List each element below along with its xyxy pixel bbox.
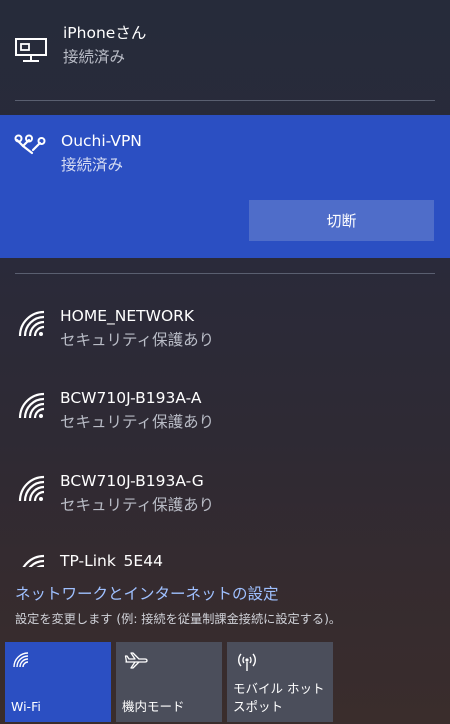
wifi-icon: [22, 554, 45, 567]
divider: [15, 100, 435, 101]
tile-label: Wi-Fi: [11, 699, 41, 714]
connection-name: iPhoneさん: [63, 24, 147, 42]
wifi-secured-icon: [18, 392, 45, 419]
hotspot-icon: [238, 653, 256, 671]
network-status: セキュリティ保護あり: [60, 331, 215, 349]
network-item[interactable]: TP-Link_5E44: [0, 540, 450, 567]
network-name: BCW710J-B193A-A: [60, 389, 202, 407]
connection-vpn[interactable]: Ouchi-VPN 接続済み 切断: [0, 115, 450, 258]
network-name: BCW710J-B193A-G: [60, 472, 204, 490]
wifi-icon: [13, 652, 29, 668]
connection-name: Ouchi-VPN: [61, 132, 142, 150]
airplane-mode-toggle[interactable]: 機内モード: [116, 642, 222, 722]
connection-status: 接続済み: [63, 48, 126, 66]
network-item[interactable]: BCW710J-B193A-A セキュリティ保護あり: [0, 382, 450, 442]
divider: [15, 273, 435, 274]
network-status: セキュリティ保護あり: [60, 496, 215, 514]
airplane-icon: [124, 652, 148, 669]
vpn-icon: [14, 134, 46, 155]
network-name: HOME_NETWORK: [60, 307, 195, 325]
network-item[interactable]: HOME_NETWORK セキュリティ保護あり: [0, 300, 450, 360]
wifi-toggle[interactable]: Wi-Fi: [5, 642, 111, 722]
disconnect-button[interactable]: 切断: [249, 200, 434, 241]
mobile-hotspot-toggle[interactable]: モバイル ホットスポット: [227, 642, 333, 722]
settings-description: 設定を変更します (例: 接続を従量制課金接続に設定する)。: [15, 612, 342, 626]
connection-iphone[interactable]: iPhoneさん 接続済み: [0, 18, 450, 78]
network-settings-link[interactable]: ネットワークとインターネットの設定: [15, 582, 279, 604]
tile-label: 機内モード: [122, 699, 185, 714]
network-item[interactable]: BCW710J-B193A-G セキュリティ保護あり: [0, 465, 450, 525]
network-name: TP-Link_5E44: [60, 552, 163, 567]
connection-status: 接続済み: [61, 156, 124, 174]
wifi-secured-icon: [18, 310, 45, 337]
tile-label: モバイル ホットスポット: [233, 681, 325, 714]
network-status: セキュリティ保護あり: [60, 413, 215, 431]
desktop-icon: [15, 38, 47, 62]
wifi-secured-icon: [18, 475, 45, 502]
